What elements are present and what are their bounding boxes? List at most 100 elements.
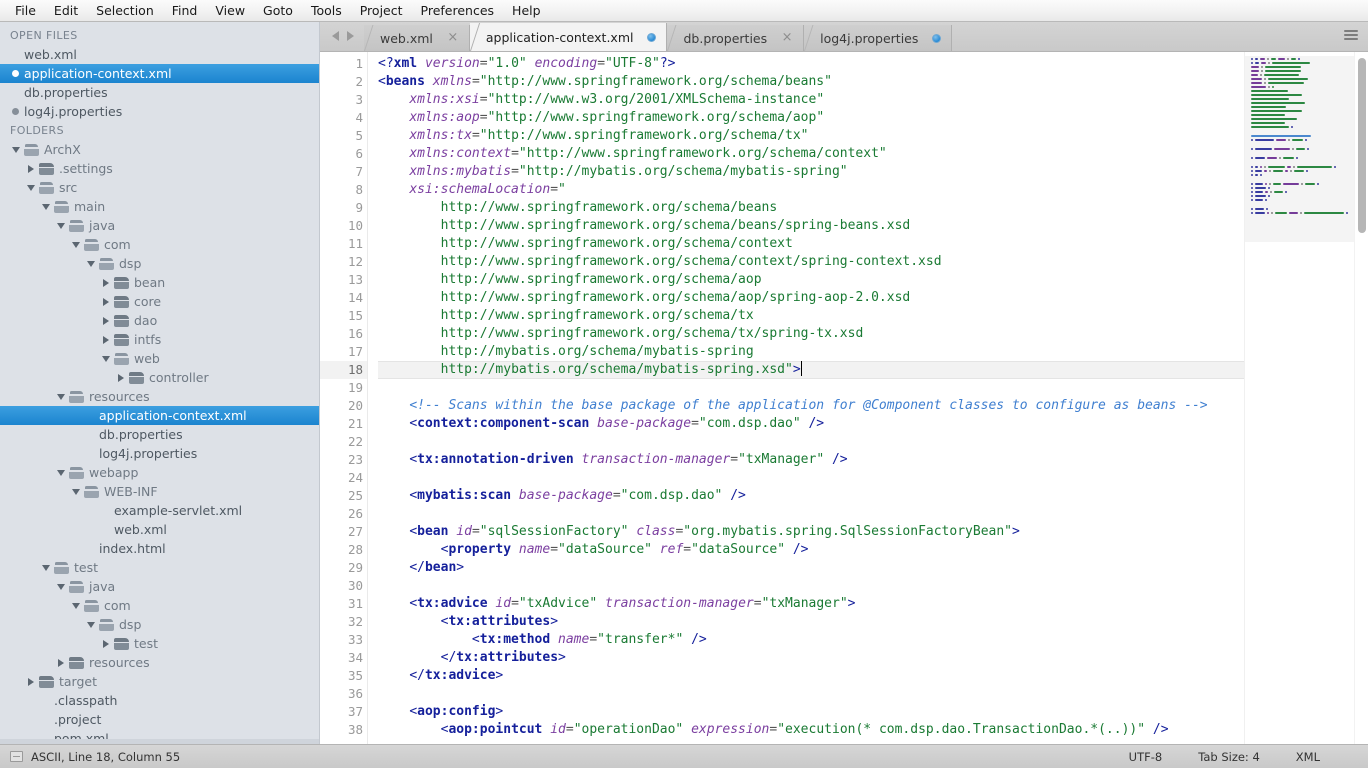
- code-line[interactable]: <aop:pointcut id="operationDao" expressi…: [378, 721, 1244, 739]
- tab-close-icon[interactable]: ×: [447, 31, 459, 44]
- tree-folder-item[interactable]: core: [0, 292, 319, 311]
- chevron-down-icon[interactable]: [70, 486, 82, 498]
- code-line[interactable]: xmlns:tx="http://www.springframework.org…: [378, 127, 1244, 145]
- code-line[interactable]: http://www.springframework.org/schema/tx: [378, 307, 1244, 325]
- syntax-label[interactable]: XML: [1278, 750, 1368, 764]
- menu-item-goto[interactable]: Goto: [254, 1, 302, 21]
- tree-folder-item[interactable]: test: [0, 558, 319, 577]
- code-line[interactable]: <?xml version="1.0" encoding="UTF-8"?>: [378, 55, 1244, 73]
- tab-modified-dot-icon[interactable]: [647, 32, 657, 42]
- menu-item-help[interactable]: Help: [503, 1, 550, 21]
- chevron-down-icon[interactable]: [55, 581, 67, 593]
- code-line[interactable]: http://www.springframework.org/schema/be…: [378, 199, 1244, 217]
- chevron-down-icon[interactable]: [85, 258, 97, 270]
- tree-file-item[interactable]: .classpath: [0, 691, 319, 710]
- menu-item-view[interactable]: View: [206, 1, 254, 21]
- tree-file-item[interactable]: index.html: [0, 539, 319, 558]
- code-content[interactable]: <?xml version="1.0" encoding="UTF-8"?> <b…: [368, 52, 1244, 744]
- chevron-right-icon[interactable]: [55, 657, 67, 669]
- tab-close-icon[interactable]: ×: [781, 31, 793, 44]
- tree-folder-item[interactable]: target: [0, 672, 319, 691]
- editor-tab[interactable]: web.xml ×: [364, 25, 470, 51]
- tree-file-item[interactable]: db.properties: [0, 425, 319, 444]
- tree-folder-item[interactable]: java: [0, 216, 319, 235]
- code-line[interactable]: [378, 469, 1244, 487]
- tree-file-item[interactable]: .project: [0, 710, 319, 729]
- code-line[interactable]: <tx:method name="transfer*" />: [378, 631, 1244, 649]
- chevron-down-icon[interactable]: [70, 239, 82, 251]
- editor-tab[interactable]: log4j.properties: [804, 25, 953, 51]
- tree-folder-item[interactable]: src: [0, 178, 319, 197]
- vertical-scrollbar-thumb[interactable]: [1358, 58, 1366, 233]
- code-line[interactable]: http://mybatis.org/schema/mybatis-spring…: [378, 361, 1244, 379]
- tree-folder-item[interactable]: bean: [0, 273, 319, 292]
- code-line[interactable]: http://www.springframework.org/schema/be…: [378, 217, 1244, 235]
- tree-folder-item[interactable]: ArchX: [0, 140, 319, 159]
- code-line[interactable]: [378, 505, 1244, 523]
- code-line[interactable]: http://www.springframework.org/schema/ao…: [378, 271, 1244, 289]
- vertical-scrollbar[interactable]: [1354, 52, 1368, 744]
- code-line[interactable]: http://www.springframework.org/schema/co…: [378, 253, 1244, 271]
- chevron-right-icon[interactable]: [100, 277, 112, 289]
- chevron-down-icon[interactable]: [100, 353, 112, 365]
- code-line[interactable]: <context:component-scan base-package="co…: [378, 415, 1244, 433]
- code-line[interactable]: http://mybatis.org/schema/mybatis-spring: [378, 343, 1244, 361]
- chevron-down-icon[interactable]: [55, 391, 67, 403]
- tree-folder-item[interactable]: resources: [0, 653, 319, 672]
- nav-forward-icon[interactable]: [347, 31, 354, 41]
- editor-area[interactable]: 1 2 3 4 5 6 7 8 9 10 11 12 13 14 15 16 17 18 19 20 21 22 23 24 2…: [320, 52, 1368, 744]
- tree-folder-item[interactable]: resources: [0, 387, 319, 406]
- code-line[interactable]: <beans xmlns="http://www.springframework…: [378, 73, 1244, 91]
- code-line[interactable]: xmlns:aop="http://www.springframework.or…: [378, 109, 1244, 127]
- open-file-item[interactable]: web.xml: [0, 45, 319, 64]
- code-line[interactable]: [378, 379, 1244, 397]
- tree-file-item[interactable]: example-servlet.xml: [0, 501, 319, 520]
- chevron-right-icon[interactable]: [25, 163, 37, 175]
- encoding-label[interactable]: UTF-8: [1111, 750, 1181, 764]
- code-line[interactable]: http://www.springframework.org/schema/co…: [378, 235, 1244, 253]
- menu-item-selection[interactable]: Selection: [87, 1, 163, 21]
- code-line[interactable]: <aop:config>: [378, 703, 1244, 721]
- code-line[interactable]: [378, 433, 1244, 451]
- code-line[interactable]: </tx:advice>: [378, 667, 1244, 685]
- chevron-right-icon[interactable]: [100, 296, 112, 308]
- tree-folder-item[interactable]: dsp: [0, 254, 319, 273]
- sidebar[interactable]: OPEN FILES web.xml application-context.xm…: [0, 22, 320, 744]
- editor-tab[interactable]: application-context.xml: [469, 23, 668, 51]
- tab-nav-arrows[interactable]: [320, 21, 364, 51]
- code-line[interactable]: <bean id="sqlSessionFactory" class="org.…: [378, 523, 1244, 541]
- chevron-down-icon[interactable]: [70, 600, 82, 612]
- code-line[interactable]: [378, 685, 1244, 703]
- menu-item-find[interactable]: Find: [163, 1, 207, 21]
- open-file-item[interactable]: application-context.xml: [0, 64, 319, 83]
- tree-folder-item[interactable]: com: [0, 596, 319, 615]
- editor-tab[interactable]: db.properties ×: [667, 25, 805, 51]
- chevron-down-icon[interactable]: [55, 220, 67, 232]
- code-line[interactable]: xsi:schemaLocation=": [378, 181, 1244, 199]
- tree-folder-item[interactable]: controller: [0, 368, 319, 387]
- code-line[interactable]: <property name="dataSource" ref="dataSou…: [378, 541, 1244, 559]
- tree-folder-item[interactable]: dao: [0, 311, 319, 330]
- open-file-item[interactable]: log4j.properties: [0, 102, 319, 121]
- chevron-right-icon[interactable]: [115, 372, 127, 384]
- code-line[interactable]: xmlns:context="http://www.springframewor…: [378, 145, 1244, 163]
- open-file-item[interactable]: db.properties: [0, 83, 319, 102]
- tab-modified-dot-icon[interactable]: [932, 33, 942, 43]
- sidebar-toggle-icon[interactable]: [10, 751, 23, 762]
- code-line[interactable]: <tx:advice id="txAdvice" transaction-man…: [378, 595, 1244, 613]
- chevron-down-icon[interactable]: [40, 562, 52, 574]
- code-line[interactable]: xmlns:xsi="http://www.w3.org/2001/XMLSch…: [378, 91, 1244, 109]
- tree-folder-item[interactable]: test: [0, 634, 319, 653]
- code-line[interactable]: xmlns:mybatis="http://mybatis.org/schema…: [378, 163, 1244, 181]
- chevron-right-icon[interactable]: [100, 334, 112, 346]
- menu-item-edit[interactable]: Edit: [45, 1, 87, 21]
- tree-folder-item[interactable]: com: [0, 235, 319, 254]
- menu-item-preferences[interactable]: Preferences: [412, 1, 504, 21]
- tab-size-label[interactable]: Tab Size: 4: [1180, 750, 1278, 764]
- menu-item-tools[interactable]: Tools: [302, 1, 351, 21]
- chevron-right-icon[interactable]: [25, 676, 37, 688]
- tree-folder-item[interactable]: java: [0, 577, 319, 596]
- tree-folder-item[interactable]: webapp: [0, 463, 319, 482]
- chevron-down-icon[interactable]: [10, 144, 22, 156]
- tree-folder-item[interactable]: main: [0, 197, 319, 216]
